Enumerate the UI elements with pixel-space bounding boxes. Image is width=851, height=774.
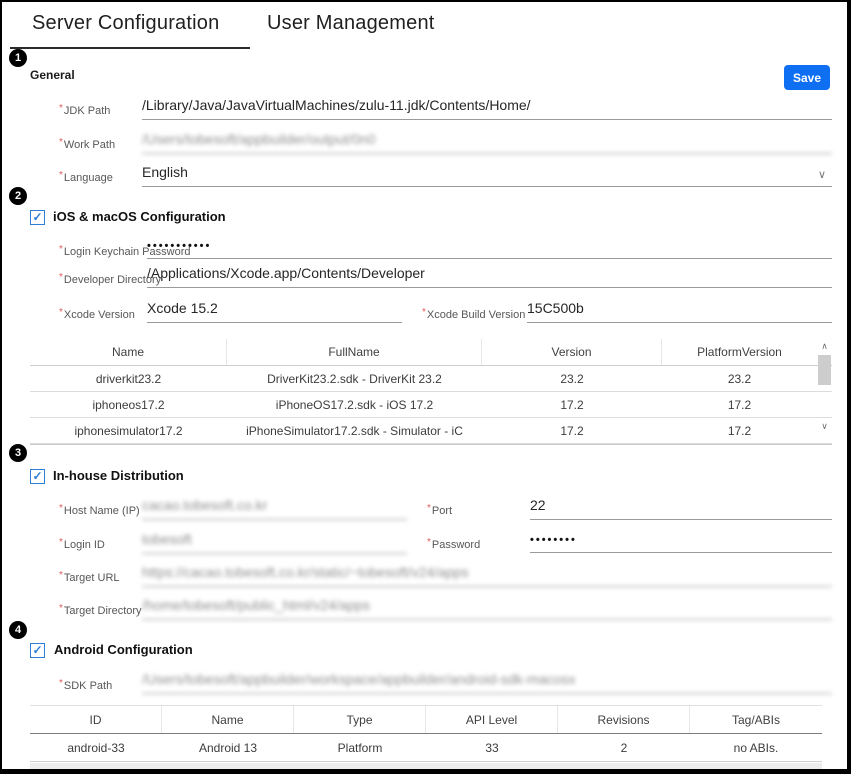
host-name-label: *Host Name (IP): [59, 503, 140, 517]
android-section-heading: Android Configuration: [54, 642, 193, 657]
host-name-input[interactable]: cacao.tobesoft.co.kr: [142, 497, 407, 520]
cell-id: android-33: [30, 734, 162, 761]
table-row[interactable]: iphonesimulator17.2 iPhoneSimulator17.2.…: [30, 418, 832, 444]
column-header-id: ID: [30, 706, 162, 733]
scrollbar-thumb[interactable]: [818, 355, 831, 385]
android-sdk-table-header: ID Name Type API Level Revisions Tag/ABI…: [30, 706, 822, 734]
server-configuration-window: Server Configuration User Management 1 2…: [0, 0, 851, 774]
tab-server-configuration[interactable]: Server Configuration: [32, 12, 219, 35]
column-header-name: Name: [30, 339, 227, 365]
cell-name: Android 13: [162, 734, 294, 761]
cell-name: driverkit23.2: [30, 366, 227, 391]
cell-version: 17.2: [482, 418, 662, 443]
table-row[interactable]: android-33 Android 13 Platform 33 2 no A…: [30, 734, 822, 762]
cell-api-level: 33: [426, 734, 558, 761]
column-header-platformversion: PlatformVersion: [662, 339, 817, 365]
active-tab-underline: [10, 47, 250, 49]
cell-tag-abis: no ABIs.: [690, 734, 822, 761]
login-id-label: *Login ID: [59, 537, 105, 551]
xcode-version-input[interactable]: Xcode 15.2: [147, 300, 402, 323]
cell-type: Platform: [294, 734, 426, 761]
column-header-name: Name: [162, 706, 294, 733]
password-label: *Password: [427, 537, 480, 551]
column-header-tag-abis: Tag/ABIs: [690, 706, 822, 733]
android-table-scroll-track[interactable]: [30, 763, 822, 774]
column-header-fullname: FullName: [227, 339, 482, 365]
column-header-revisions: Revisions: [558, 706, 690, 733]
cell-platformversion: 17.2: [662, 418, 817, 443]
work-path-label: *Work Path: [59, 137, 115, 151]
android-checkbox[interactable]: ✓: [30, 643, 45, 658]
developer-directory-input[interactable]: /Applications/Xcode.app/Contents/Develop…: [147, 265, 832, 288]
chevron-down-icon: ∨: [818, 168, 826, 181]
target-url-label: *Target URL: [59, 570, 120, 584]
cell-version: 23.2: [482, 366, 662, 391]
cell-name: iphoneos17.2: [30, 392, 227, 417]
xcode-build-version-input[interactable]: 15C500b: [527, 300, 832, 323]
cell-version: 17.2: [482, 392, 662, 417]
general-section-heading: General: [30, 68, 75, 82]
jdk-path-input[interactable]: /Library/Java/JavaVirtualMachines/zulu-1…: [142, 97, 832, 120]
inhouse-section-heading: In-house Distribution: [53, 468, 184, 483]
ios-sdk-table-scrollbar[interactable]: ∧ ∨: [817, 339, 832, 445]
step-badge-1: 1: [9, 49, 27, 67]
cell-platformversion: 23.2: [662, 366, 817, 391]
cell-fullname: iPhoneOS17.2.sdk - iOS 17.2: [227, 392, 482, 417]
android-sdk-table: ID Name Type API Level Revisions Tag/ABI…: [30, 705, 822, 762]
cell-name: iphonesimulator17.2: [30, 418, 227, 443]
target-directory-input[interactable]: /home/tobesoft/public_html/v24/apps: [142, 597, 832, 620]
cell-fullname: DriverKit23.2.sdk - DriverKit 23.2: [227, 366, 482, 391]
scroll-up-button[interactable]: ∧: [817, 339, 832, 353]
table-row[interactable]: iphoneos17.2 iPhoneOS17.2.sdk - iOS 17.2…: [30, 392, 832, 418]
xcode-version-label: *Xcode Version: [59, 307, 135, 321]
sdk-path-input[interactable]: /Users/tobesoft/appbuilder/workspace/app…: [142, 671, 832, 694]
column-header-type: Type: [294, 706, 426, 733]
developer-directory-label: *Developer Directory: [59, 272, 161, 286]
scroll-down-button[interactable]: ∨: [817, 419, 832, 433]
login-keychain-password-input[interactable]: •••••••••••: [147, 236, 832, 259]
ios-macos-section-heading: iOS & macOS Configuration: [53, 209, 226, 224]
save-button[interactable]: Save: [784, 65, 830, 90]
target-directory-label: *Target Directory: [59, 603, 142, 617]
ios-sdk-table-header: Name FullName Version PlatformVersion: [30, 339, 832, 366]
sdk-path-label: *SDK Path: [59, 678, 112, 692]
column-header-api-level: API Level: [426, 706, 558, 733]
ios-sdk-table: Name FullName Version PlatformVersion dr…: [30, 339, 832, 445]
password-input[interactable]: ••••••••: [530, 530, 832, 553]
port-input[interactable]: 22: [530, 497, 832, 520]
cell-revisions: 2: [558, 734, 690, 761]
table-row[interactable]: driverkit23.2 DriverKit23.2.sdk - Driver…: [30, 366, 832, 392]
jdk-path-label: *JDK Path: [59, 103, 110, 117]
cell-platformversion: 17.2: [662, 392, 817, 417]
language-label: *Language: [59, 170, 113, 184]
step-badge-2: 2: [9, 187, 27, 205]
work-path-input[interactable]: /Users/tobesoft/appbuilder/output/0n0: [142, 131, 832, 154]
inhouse-checkbox[interactable]: ✓: [30, 469, 45, 484]
ios-macos-checkbox[interactable]: ✓: [30, 210, 45, 225]
column-header-version: Version: [482, 339, 662, 365]
login-id-input[interactable]: tobesoft: [142, 531, 407, 554]
xcode-build-version-label: *Xcode Build Version: [422, 307, 525, 321]
step-badge-4: 4: [9, 621, 27, 639]
cell-fullname: iPhoneSimulator17.2.sdk - Simulator - iC: [227, 418, 482, 443]
target-url-input[interactable]: https://cacao.tobesoft.co.kr/static/~tob…: [142, 564, 832, 587]
language-selected-value: English: [142, 164, 188, 180]
port-label: *Port: [427, 503, 452, 517]
language-select[interactable]: English ∨: [142, 164, 832, 187]
tab-user-management[interactable]: User Management: [267, 12, 435, 35]
step-badge-3: 3: [9, 444, 27, 462]
